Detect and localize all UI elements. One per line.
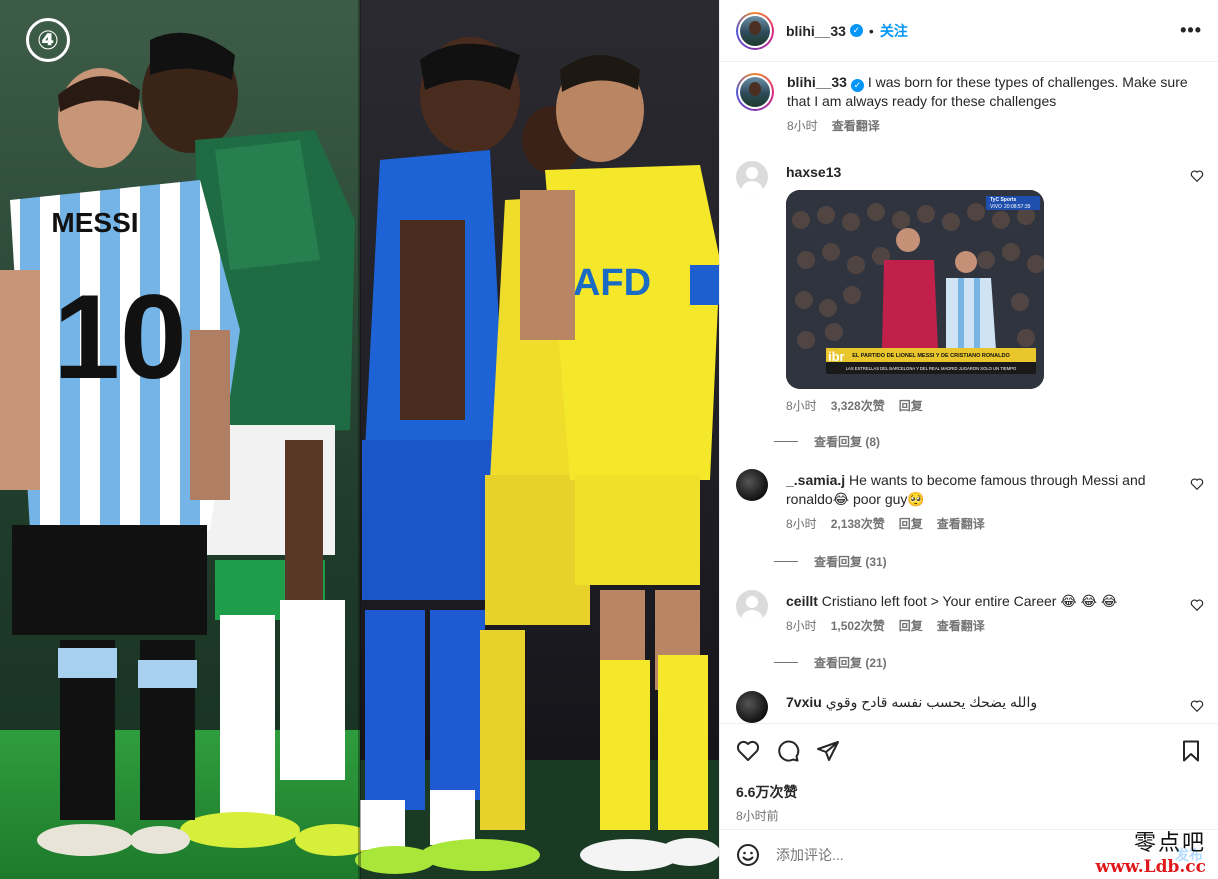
more-icon[interactable]: ••• xyxy=(1180,20,1202,41)
comment-gif[interactable]: TyC Sports VIVO 20:08:57:39 EL PARTIDO D… xyxy=(786,190,1044,389)
jersey-name: MESSI xyxy=(51,207,138,238)
comment-username[interactable]: haxse13 xyxy=(786,164,841,180)
comment-likes[interactable]: 2,138次赞 xyxy=(831,515,885,532)
post-photo: MESSI 10 AFD xyxy=(0,0,719,879)
gif-subcaption: LAS ESTRELLAS DEL BARCELONA Y DEL REAL M… xyxy=(846,366,1017,371)
watermark-text: 零点吧 xyxy=(1133,831,1206,856)
slide-number-badge: ④ xyxy=(26,18,70,62)
view-replies-button[interactable]: 查看回复 (8) xyxy=(774,433,880,450)
emoji-icon[interactable] xyxy=(736,843,760,867)
heart-icon[interactable] xyxy=(1190,598,1204,612)
gif-clock: 20:08:57:39 xyxy=(1004,204,1031,210)
caption-avatar[interactable] xyxy=(736,73,774,111)
comment-text: Cristiano left foot > Your entire Career… xyxy=(821,593,1118,609)
view-replies-button[interactable]: 查看回复 (21) xyxy=(774,654,887,671)
comments-list[interactable]: blihi__33 ✓ I was born for these types of… xyxy=(720,63,1218,723)
reply-button[interactable]: 回复 xyxy=(899,397,923,414)
gif-image: TyC Sports VIVO 20:08:57:39 EL PARTIDO D… xyxy=(786,190,1044,389)
view-replies-button[interactable]: 查看回复 (31) xyxy=(774,553,887,570)
verified-icon: ✓ xyxy=(849,24,863,37)
comment-item: 7vxiu والله يضحك يحسب نفسه قادح وقوي xyxy=(736,691,1204,723)
gif-live-label: VIVO xyxy=(990,204,1002,210)
comment-item: _.samia.j He wants to become famous thro… xyxy=(736,469,1204,532)
comment-meta: 8小时 3,328次赞 回复 xyxy=(786,397,1176,414)
caption-time[interactable]: 8小时 xyxy=(787,117,818,134)
comment-likes[interactable]: 3,328次赞 xyxy=(831,397,885,414)
follow-button[interactable]: 关注 xyxy=(880,21,908,41)
comment-likes[interactable]: 1,502次赞 xyxy=(831,617,885,634)
comment-username[interactable]: ceillt xyxy=(786,593,818,609)
caption-text: I was born for these types of challenges… xyxy=(787,74,1188,109)
comment-time[interactable]: 8小时 xyxy=(786,397,817,414)
comment-icon[interactable] xyxy=(776,739,800,763)
reply-line xyxy=(774,561,798,562)
caption-username[interactable]: blihi__33 xyxy=(787,74,847,90)
jersey-number: 10 xyxy=(53,270,186,404)
gif-channel-logo: TyC Sports xyxy=(990,197,1017,203)
heart-icon[interactable] xyxy=(1190,169,1204,183)
watermark-url: www.Ldb.cc xyxy=(1095,857,1206,877)
post-media[interactable]: MESSI 10 AFD ④ xyxy=(0,0,719,879)
comment-time[interactable]: 8小时 xyxy=(786,515,817,532)
commenter-avatar[interactable] xyxy=(736,691,768,723)
see-translation-button[interactable]: 查看翻译 xyxy=(937,617,985,634)
post-caption: blihi__33 ✓ I was born for these types of… xyxy=(736,73,1204,134)
see-translation-button[interactable]: 查看翻译 xyxy=(937,515,985,532)
reply-line xyxy=(774,441,798,442)
author-username[interactable]: blihi__33 xyxy=(786,23,846,39)
view-replies-label[interactable]: 查看回复 (8) xyxy=(814,433,880,450)
see-translation-button[interactable]: 查看翻译 xyxy=(832,117,880,134)
site-watermark: 零点吧 www.Ldb.cc xyxy=(1096,825,1206,877)
heart-icon[interactable] xyxy=(1190,699,1204,713)
view-replies-label[interactable]: 查看回复 (31) xyxy=(814,553,887,570)
heart-icon[interactable] xyxy=(1190,477,1204,491)
comment-username[interactable]: _.samia.j xyxy=(786,472,845,488)
share-icon[interactable] xyxy=(816,739,840,763)
reply-button[interactable]: 回复 xyxy=(899,515,923,532)
like-count[interactable]: 6.6万次赞 xyxy=(736,782,1203,802)
shirt-text: AFD xyxy=(573,262,651,304)
comment-item: ceillt Cristiano left foot > Your entire… xyxy=(736,590,1204,634)
post-panel: blihi__33 ✓ • 关注 ••• blihi__33 ✓ I was bo… xyxy=(719,0,1218,879)
bookmark-icon[interactable] xyxy=(1179,739,1203,763)
post-header: blihi__33 ✓ • 关注 ••• xyxy=(720,0,1218,62)
reply-line xyxy=(774,662,798,663)
post-time[interactable]: 8小时前 xyxy=(736,807,1203,824)
comment-text: والله يضحك يحسب نفسه قادح وقوي xyxy=(825,694,1038,710)
comment-time[interactable]: 8小时 xyxy=(786,617,817,634)
author-avatar[interactable] xyxy=(736,11,774,50)
comment-username[interactable]: 7vxiu xyxy=(786,694,822,710)
dot-separator: • xyxy=(868,22,874,39)
gif-corner-logo: ibr xyxy=(828,349,845,364)
reply-button[interactable]: 回复 xyxy=(899,617,923,634)
caption-meta: 8小时 查看翻译 xyxy=(787,117,1192,134)
post-actions: 6.6万次赞 8小时前 xyxy=(720,723,1218,824)
comment-meta: 8小时 2,138次赞 回复 查看翻译 xyxy=(786,515,1176,532)
view-replies-label[interactable]: 查看回复 (21) xyxy=(814,654,887,671)
commenter-avatar[interactable] xyxy=(736,161,768,193)
comment-meta: 8小时 1,502次赞 回复 查看翻译 xyxy=(786,617,1176,634)
gif-caption: EL PARTIDO DE LIONEL MESSI Y DE CRISTIAN… xyxy=(852,353,1010,359)
comment-item: haxse13 TyC Sports VIVO 20:08:57:39 EL P… xyxy=(736,161,1204,414)
verified-icon: ✓ xyxy=(850,79,864,92)
commenter-avatar[interactable] xyxy=(736,590,768,622)
commenter-avatar[interactable] xyxy=(736,469,768,501)
caption-text-block: blihi__33 ✓ I was born for these types of… xyxy=(787,73,1192,111)
like-heart-icon[interactable] xyxy=(736,739,760,763)
